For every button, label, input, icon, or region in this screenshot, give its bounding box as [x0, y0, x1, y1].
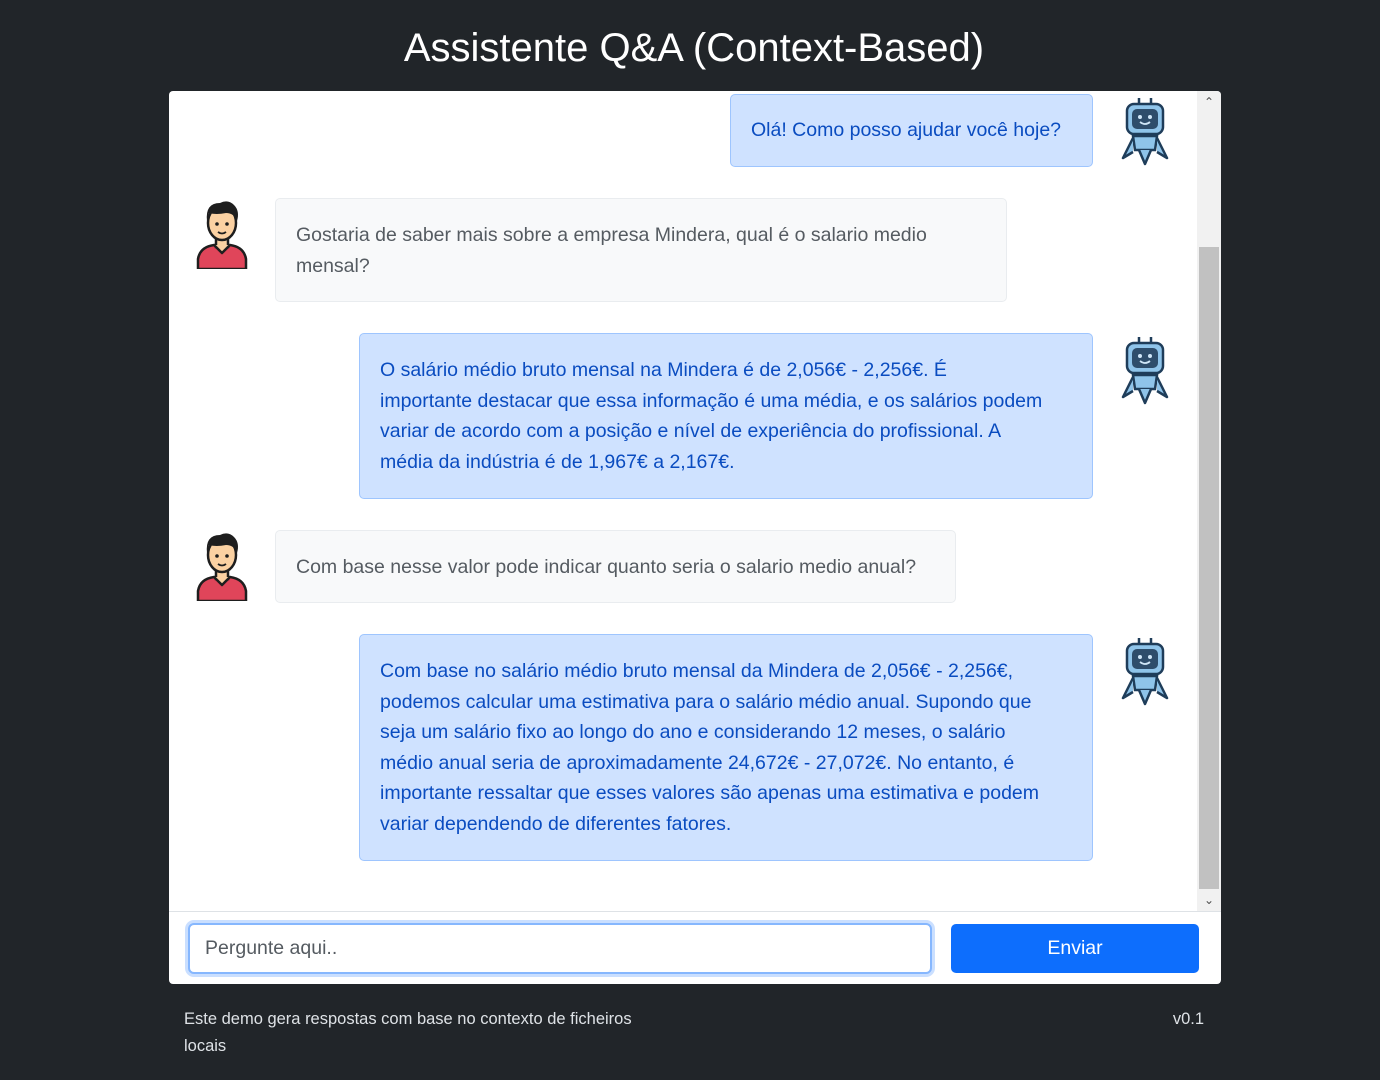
bot-message: Com base no salário médio bruto mensal d…	[359, 634, 1093, 861]
chat-messages[interactable]: Olá! Como posso ajudar você hoje? Gostar…	[169, 91, 1197, 911]
chat-scrollbar[interactable]: ⌃ ⌄	[1197, 91, 1221, 911]
message-line: importante destacar que essa informação …	[380, 389, 1043, 412]
robot-avatar-icon	[1121, 98, 1169, 166]
bot-message: Olá! Como posso ajudar você hoje?	[730, 94, 1093, 167]
question-input[interactable]	[188, 923, 932, 974]
message-line: Com base no salário médio bruto mensal d…	[380, 660, 1014, 682]
robot-avatar-icon	[1121, 638, 1169, 706]
scrollbar-thumb[interactable]	[1199, 247, 1219, 889]
page-title: Assistente Q&A (Context-Based)	[403, 26, 985, 70]
message-line: Com base nesse valor pode indicar quanto…	[296, 556, 917, 578]
user-message: Com base nesse valor pode indicar quanto…	[275, 530, 956, 603]
footer-note-line: Este demo gera respostas com base no con…	[184, 1010, 632, 1028]
version-label: v0.1	[1172, 1010, 1204, 1028]
message-line: média da indústria é de 1,967€ a 2,167€.	[380, 450, 735, 473]
message-line: importante ressaltar que esses valores s…	[380, 782, 1040, 804]
send-button[interactable]: Enviar	[951, 924, 1199, 973]
message-line: mensal?	[296, 254, 370, 277]
footer-note: Este demo gera respostas com base no con…	[184, 1006, 684, 1060]
user-avatar-icon	[196, 201, 248, 269]
message-line: Olá! Como posso ajudar você hoje?	[751, 119, 1062, 141]
user-avatar-icon	[196, 533, 248, 601]
footer-note-line: locais	[184, 1037, 227, 1055]
message-line: médio anual seria de aproximadamente 24,…	[380, 751, 1015, 774]
message-line: O salário médio bruto mensal na Mindera …	[380, 359, 947, 381]
scroll-down-arrow-icon[interactable]: ⌄	[1197, 891, 1221, 909]
scroll-up-arrow-icon[interactable]: ⌃	[1197, 93, 1221, 111]
message-line: podemos calcular uma estimativa para o s…	[380, 690, 1032, 713]
user-message: Gostaria de saber mais sobre a empresa M…	[275, 198, 1007, 302]
input-divider	[169, 911, 1221, 912]
message-line: Gostaria de saber mais sobre a empresa M…	[296, 224, 927, 246]
message-line: variar dependendo de diferentes fatores.	[380, 812, 732, 835]
message-line: seja um salário fixo ao longo do ano e c…	[380, 721, 1006, 743]
robot-avatar-icon	[1121, 337, 1169, 405]
message-line: variar de acordo com a posição e nível d…	[380, 420, 1002, 442]
bot-message: O salário médio bruto mensal na Mindera …	[359, 333, 1093, 499]
chat-card: Olá! Como posso ajudar você hoje? Gostar…	[169, 91, 1221, 984]
